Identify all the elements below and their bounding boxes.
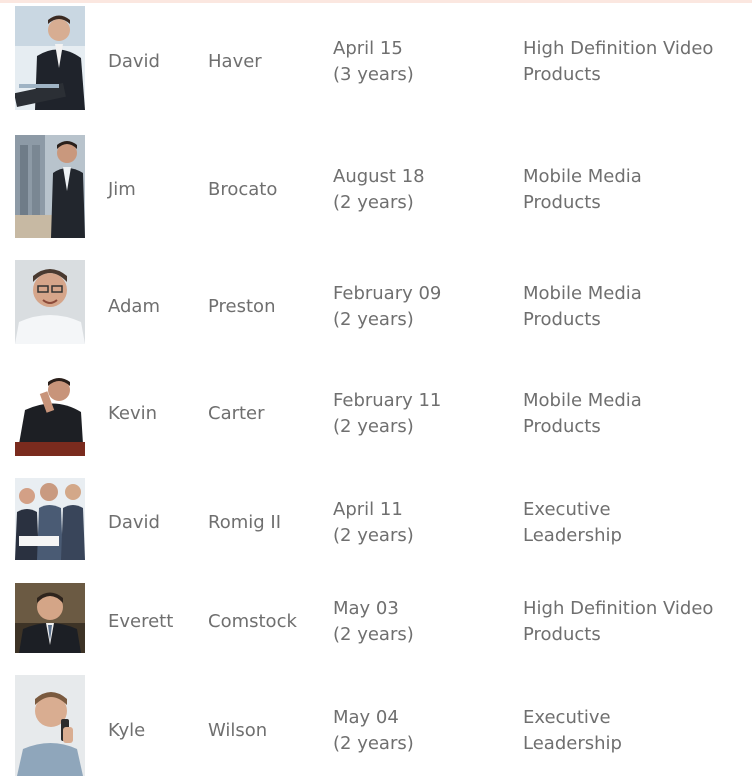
- employee-photo: [15, 135, 85, 238]
- department-line-1: Mobile Media: [523, 283, 642, 304]
- hire-date-day: February 09: [333, 283, 442, 304]
- department: Mobile Media Products: [523, 281, 642, 333]
- employee-photo: [15, 260, 85, 344]
- tenure: (2 years): [333, 309, 414, 330]
- department-line-1: Mobile Media: [523, 166, 642, 187]
- department-line-1: High Definition Video: [523, 38, 714, 59]
- tenure: (2 years): [333, 525, 414, 546]
- department: Mobile Media Products: [523, 164, 642, 216]
- hire-date-day: April 15: [333, 38, 403, 59]
- first-name: Adam: [108, 296, 160, 317]
- last-name: Wilson: [208, 720, 268, 741]
- department-line-1: Executive: [523, 499, 611, 520]
- hire-date: May 03 (2 years): [333, 596, 414, 648]
- first-name: Kevin: [108, 403, 158, 424]
- first-name: David: [108, 51, 160, 72]
- employee-row: Everett Comstock May 03 (2 years) High D…: [0, 575, 752, 665]
- employee-row: Jim Brocato August 18 (2 years) Mobile M…: [0, 125, 752, 245]
- department: Executive Leadership: [523, 497, 622, 549]
- department-line-2: Leadership: [523, 733, 622, 754]
- department: High Definition Video Products: [523, 596, 713, 648]
- department-line-2: Products: [523, 309, 601, 330]
- tenure: (2 years): [333, 624, 414, 645]
- hire-date-day: May 03: [333, 598, 399, 619]
- first-name: Everett: [108, 611, 174, 632]
- department: Mobile Media Products: [523, 388, 642, 440]
- department: High Definition Video Products: [523, 36, 713, 88]
- tenure: (2 years): [333, 416, 414, 437]
- employee-row: Adam Preston February 09 (2 years) Mobil…: [0, 250, 752, 350]
- hire-date-day: May 04: [333, 707, 399, 728]
- department-line-2: Products: [523, 64, 601, 85]
- first-name: Kyle: [108, 720, 146, 741]
- first-name: Jim: [108, 179, 136, 200]
- department-line-2: Products: [523, 416, 601, 437]
- hire-date-day: February 11: [333, 390, 442, 411]
- first-name: David: [108, 512, 160, 533]
- employee-row: David Haver April 15 (3 years) High Defi…: [0, 0, 752, 120]
- last-name: Brocato: [208, 179, 278, 200]
- employee-row: Kevin Carter February 11 (2 years) Mobil…: [0, 360, 752, 460]
- department-line-1: Executive: [523, 707, 611, 728]
- last-name: Romig II: [208, 512, 282, 533]
- last-name: Haver: [208, 51, 262, 72]
- employee-photo: [15, 675, 85, 776]
- employee-row: Kyle Wilson May 04 (2 years) Executive L…: [0, 670, 752, 776]
- department-line-2: Leadership: [523, 525, 622, 546]
- last-name: Preston: [208, 296, 276, 317]
- department-line-1: High Definition Video: [523, 598, 714, 619]
- employee-photo: [15, 370, 85, 456]
- department-line-2: Products: [523, 624, 601, 645]
- department-line-2: Products: [523, 192, 601, 213]
- hire-date: August 18 (2 years): [333, 164, 425, 216]
- department: Executive Leadership: [523, 705, 622, 757]
- hire-date-day: August 18: [333, 166, 425, 187]
- hire-date: February 11 (2 years): [333, 388, 441, 440]
- employee-photo: [15, 583, 85, 653]
- hire-date: April 15 (3 years): [333, 36, 414, 88]
- employee-photo: [15, 6, 85, 110]
- employee-photo: [15, 478, 85, 560]
- last-name: Comstock: [208, 611, 297, 632]
- hire-date: May 04 (2 years): [333, 705, 414, 757]
- department-line-1: Mobile Media: [523, 390, 642, 411]
- employee-row: David Romig II April 11 (2 years) Execut…: [0, 470, 752, 570]
- hire-date-day: April 11: [333, 499, 403, 520]
- tenure: (3 years): [333, 64, 414, 85]
- last-name: Carter: [208, 403, 265, 424]
- hire-date: February 09 (2 years): [333, 281, 441, 333]
- tenure: (2 years): [333, 733, 414, 754]
- hire-date: April 11 (2 years): [333, 497, 414, 549]
- tenure: (2 years): [333, 192, 414, 213]
